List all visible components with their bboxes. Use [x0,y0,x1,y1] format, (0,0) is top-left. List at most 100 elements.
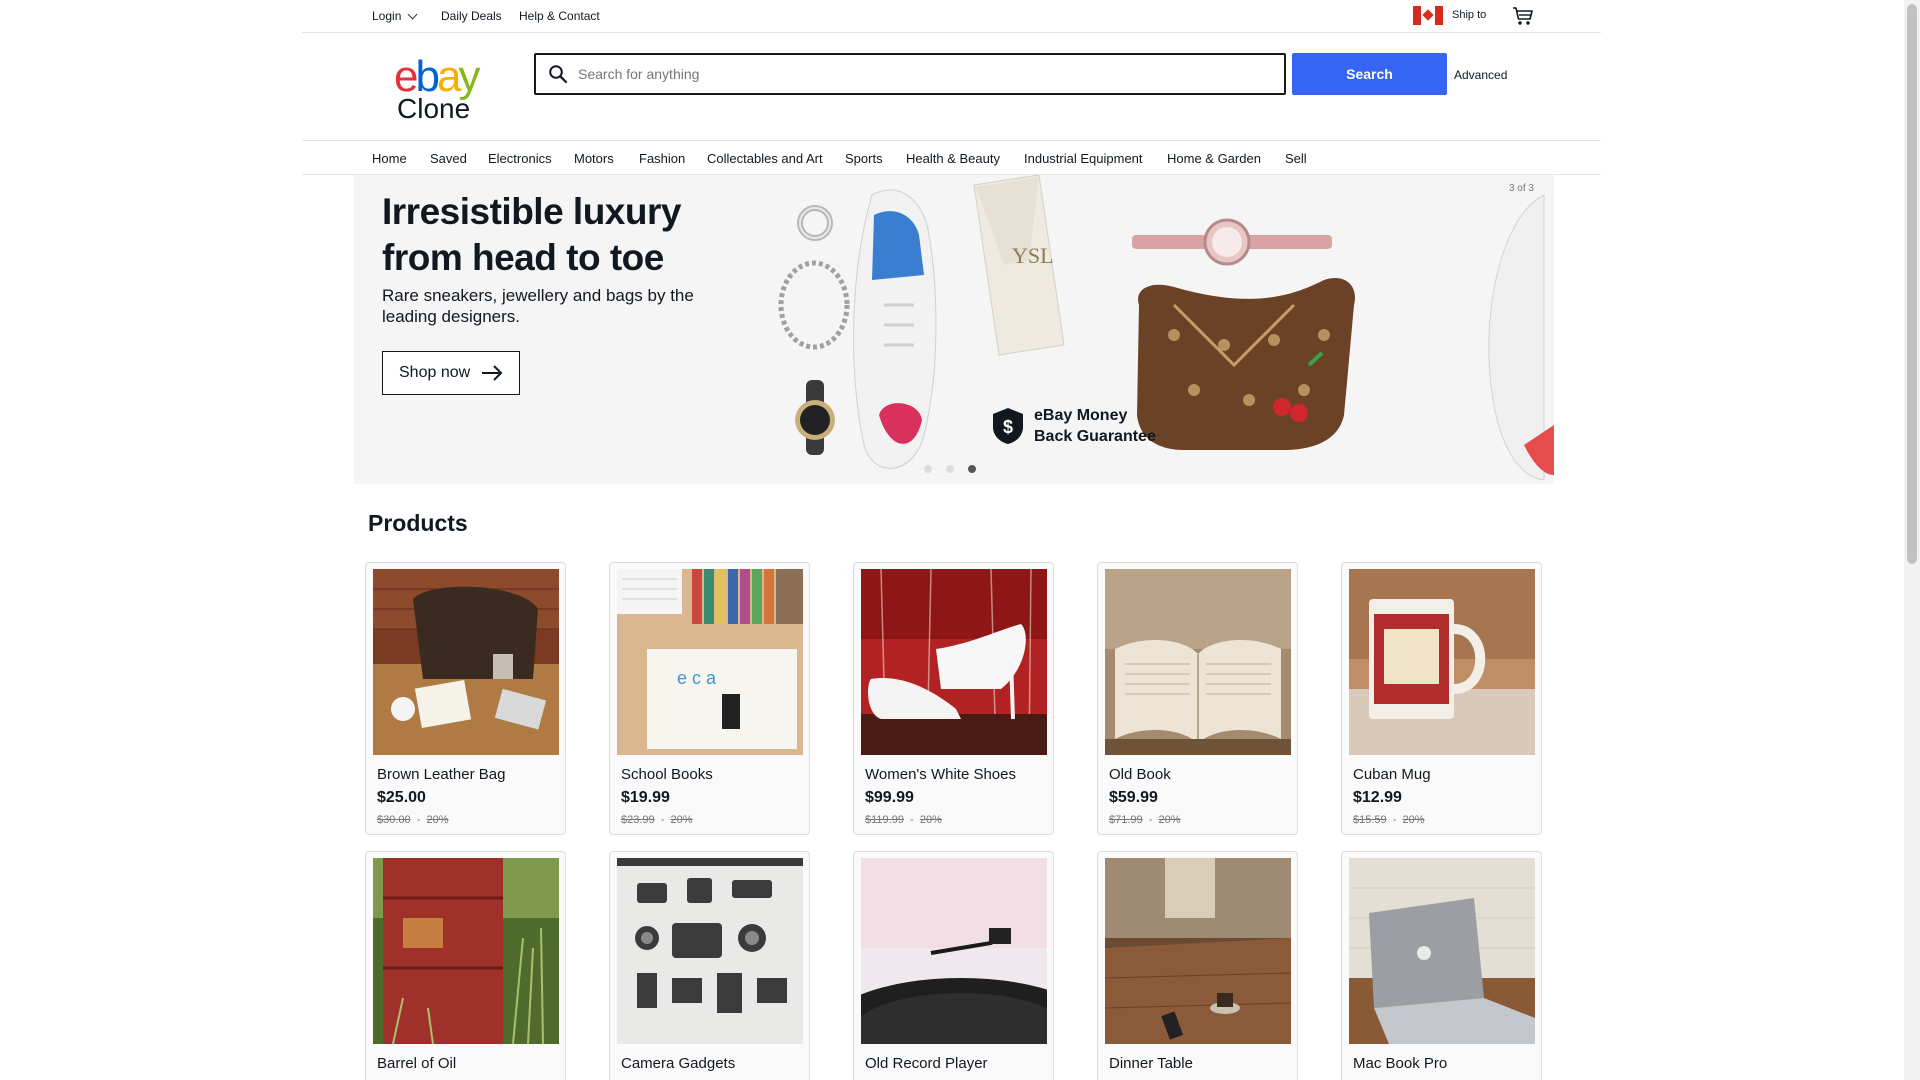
product-price: $99.99 [865,789,914,806]
product-card[interactable]: Old Book $59.99 $71.99 - 20% [1097,562,1298,835]
banner-subtitle: Rare sneakers, jewellery and bags by the… [382,286,694,326]
product-image-white-shoes [861,569,1047,755]
nav-item-industrial[interactable]: Industrial Equipment [1024,151,1143,166]
product-image-camera-gadgets [617,858,803,1044]
product-image-old-book [1105,569,1291,755]
carousel-dots [924,465,976,473]
guarantee-line2: Back Guarantee [1034,428,1156,445]
product-name: Cuban Mug [1353,766,1431,783]
scrollbar-thumb[interactable] [1907,4,1917,564]
login-link[interactable]: Login [372,9,401,23]
banner-title: Irresistible luxury from head to toe [382,189,681,281]
canada-flag-icon[interactable] [1413,6,1443,25]
carousel-dot[interactable] [924,465,932,473]
discount-percent: 20% [670,814,693,826]
nav-item-home[interactable]: Home [372,151,407,166]
product-was-price: $30.00 - 20% [377,814,449,826]
product-name: Brown Leather Bag [377,766,506,783]
product-was-price: $15.59 - 20% [1353,814,1425,826]
banner-title-line2: from head to toe [382,237,664,278]
original-price: $119.99 [865,814,904,826]
product-name: Camera Gadgets [621,1055,736,1072]
help-contact-link[interactable]: Help & Contact [519,9,600,23]
ring-image [797,205,833,241]
product-card[interactable]: Dinner Table [1097,851,1298,1080]
search-button[interactable]: Search [1292,53,1447,95]
money-back-shield-icon: $ [993,408,1023,444]
discount-percent: 20% [919,814,942,826]
search-box[interactable] [534,53,1286,95]
search-input[interactable] [578,61,1268,87]
carousel-dot[interactable] [946,465,954,473]
product-name: Old Record Player [865,1055,988,1072]
svg-text:YSL: YSL [1012,243,1054,268]
daily-deals-link[interactable]: Daily Deals [441,9,502,23]
sneaker-image [853,189,937,469]
search-icon [549,65,568,84]
pink-watch-image [1132,218,1332,266]
product-was-price: $23.99 - 20% [621,814,693,826]
discount-percent: 20% [1402,814,1425,826]
chevron-down-icon [407,9,418,19]
product-image-leather-bag [373,569,559,755]
original-price: $30.00 [377,814,411,826]
nav-item-fashion[interactable]: Fashion [639,151,685,166]
product-price: $25.00 [377,789,426,806]
product-name: Dinner Table [1109,1055,1193,1072]
product-image-macbook-pro [1349,858,1535,1044]
products-heading: Products [368,510,468,536]
product-card[interactable]: Old Record Player [853,851,1054,1080]
clutch-image: YSL [973,175,1065,356]
nav-item-health-beauty[interactable]: Health & Beauty [906,151,1000,166]
product-card[interactable]: Camera Gadgets [609,851,810,1080]
category-nav: Home Saved Electronics Motors Fashion Co… [302,141,1601,175]
product-name: Women's White Shoes [865,766,1016,783]
product-was-price: $71.99 - 20% [1109,814,1181,826]
product-card[interactable]: Cuban Mug $12.99 $15.59 - 20% [1341,562,1542,835]
nav-item-sports[interactable]: Sports [845,151,883,166]
hero-banner[interactable]: Irresistible luxury from head to toe Rar… [354,175,1554,484]
product-card[interactable]: e c a School Books $19.99 $23.99 - 20% [609,562,810,835]
nav-item-sell[interactable]: Sell [1285,151,1307,166]
nav-item-saved[interactable]: Saved [430,151,467,166]
watch-image [795,380,835,455]
cart-icon[interactable] [1512,6,1534,26]
carousel-dot-active[interactable] [968,465,976,473]
header: ebay Clone Search Advanced [302,33,1601,141]
handbag-image [1137,277,1355,450]
login-menu[interactable]: Login [372,9,418,23]
banner-title-line1: Irresistible luxury [382,191,681,232]
product-image-barrel-of-oil [373,858,559,1044]
product-price: $59.99 [1109,789,1158,806]
shop-now-button[interactable]: Shop now [382,351,520,395]
original-price: $23.99 [621,814,655,826]
original-price: $71.99 [1109,814,1143,826]
product-was-price: $119.99 - 20% [865,814,942,826]
product-image-record-player [861,858,1047,1044]
product-name: School Books [621,766,713,783]
shop-now-label: Shop now [399,364,471,381]
top-bar: Login Daily Deals Help & Contact Ship to [302,0,1601,33]
ship-to-label[interactable]: Ship to [1452,9,1486,21]
product-card[interactable]: Women's White Shoes $99.99 $119.99 - 20% [853,562,1054,835]
nav-item-motors[interactable]: Motors [574,151,614,166]
guarantee-line1: eBay Money [1034,407,1128,424]
product-card[interactable]: Brown Leather Bag $25.00 $30.00 - 20% [365,562,566,835]
product-card[interactable]: Mac Book Pro [1341,851,1542,1080]
nav-item-home-garden[interactable]: Home & Garden [1167,151,1261,166]
product-name: Barrel of Oil [377,1055,457,1072]
ebay-clone-logo[interactable]: ebay Clone [394,55,504,125]
product-image-cuban-mug [1349,569,1535,755]
product-image-school-books: e c a [617,569,803,755]
discount-percent: 20% [1158,814,1181,826]
nav-item-collectables[interactable]: Collectables and Art [707,151,823,166]
advanced-search-link[interactable]: Advanced [1454,68,1507,82]
nav-item-electronics[interactable]: Electronics [488,151,552,166]
page-scrollbar[interactable] [1904,0,1920,1080]
money-back-guarantee: $ eBay Money Back Guarantee [992,405,1156,447]
discount-percent: 20% [426,814,449,826]
svg-text:$: $ [1003,417,1013,437]
product-name: Mac Book Pro [1353,1055,1448,1072]
logo-clone-text: Clone [397,93,471,124]
product-card[interactable]: Barrel of Oil [365,851,566,1080]
